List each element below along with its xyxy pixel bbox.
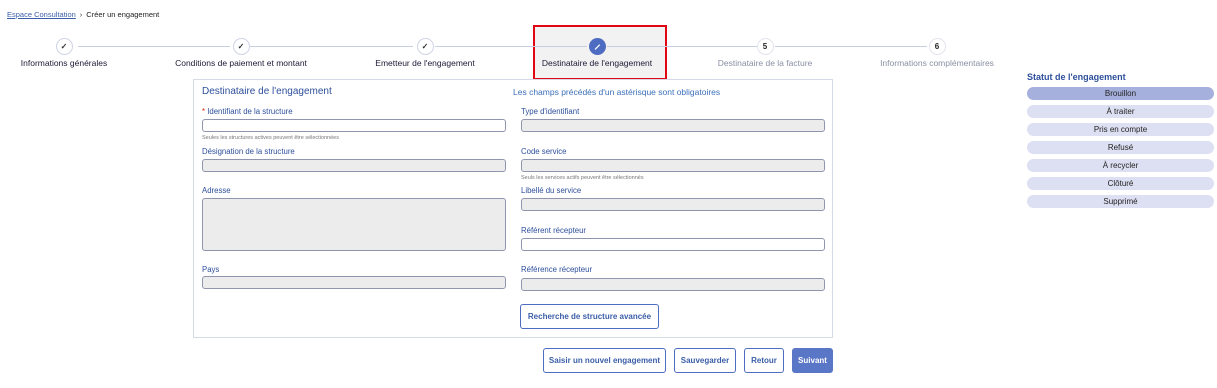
- identifiant-label-text: Identifiant de la structure: [207, 107, 293, 116]
- advanced-structure-search-button[interactable]: Recherche de structure avancée: [520, 304, 659, 329]
- libelle-service-field: [521, 198, 825, 211]
- adresse-label: Adresse: [202, 186, 231, 195]
- step-destinataire-facture[interactable]: 5 Destinataire de la facture: [675, 36, 855, 68]
- designation-structure-field: [202, 159, 506, 172]
- reference-recepteur-label: Référence récepteur: [521, 265, 593, 274]
- reference-recepteur-field: [521, 278, 825, 291]
- pencil-icon: [588, 38, 606, 55]
- form-title: Destinataire de l'engagement: [202, 86, 332, 97]
- step-label: Informations générales: [20, 58, 108, 68]
- step-number: 6: [928, 38, 946, 55]
- code-service-label: Code service: [521, 147, 567, 156]
- status-item-refuse: Refusé: [1027, 141, 1214, 154]
- step-label: Destinataire de l'engagement: [541, 58, 653, 68]
- stepper: ✓ Informations générales ✓ Conditions de…: [0, 36, 1010, 76]
- step-label: Informations complémentaires: [880, 58, 994, 68]
- step-informations-generales[interactable]: ✓ Informations générales: [0, 36, 154, 68]
- referent-recepteur-label: Référent récepteur: [521, 226, 587, 235]
- status-item-supprime: Supprimé: [1027, 195, 1214, 208]
- step-informations-complementaires[interactable]: 6 Informations complémentaires: [847, 36, 1027, 68]
- step-label: Emetteur de l'engagement: [375, 58, 475, 68]
- code-service-field: [521, 159, 825, 172]
- status-title: Statut de l'engagement: [1027, 72, 1126, 82]
- check-icon: ✓: [55, 38, 73, 55]
- step-number: 5: [756, 38, 774, 55]
- status-item-cloture: Clôturé: [1027, 177, 1214, 190]
- identifiant-structure-input[interactable]: [202, 119, 506, 132]
- save-button[interactable]: Sauvegarder: [674, 348, 736, 373]
- required-fields-note: Les champs précédés d'un astérisque sont…: [513, 87, 721, 97]
- libelle-service-label: Libellé du service: [521, 186, 582, 195]
- step-label: Destinataire de la facture: [717, 58, 813, 68]
- identifiant-hint: Seules les structures actives peuvent êt…: [202, 135, 339, 141]
- check-icon: ✓: [232, 38, 250, 55]
- pencil-icon-glyph: [594, 44, 600, 50]
- breadcrumb-separator: ›: [79, 10, 83, 19]
- back-button[interactable]: Retour: [744, 348, 784, 373]
- next-button[interactable]: Suivant: [792, 348, 833, 373]
- identifiant-label: * Identifiant de la structure: [202, 107, 293, 116]
- breadcrumb: Espace Consultation › Créer un engagemen…: [7, 10, 159, 19]
- step-label: Conditions de paiement et montant: [175, 58, 307, 68]
- type-identifiant-label: Type d'identifiant: [521, 107, 580, 116]
- step-destinataire-engagement[interactable]: Destinataire de l'engagement: [507, 36, 687, 68]
- step-emetteur[interactable]: ✓ Emetteur de l'engagement: [335, 36, 515, 68]
- code-service-hint: Seuls les services actifs peuvent être s…: [521, 175, 644, 181]
- pays-field: [202, 276, 506, 289]
- required-asterisk: *: [202, 107, 206, 116]
- step-conditions-paiement[interactable]: ✓ Conditions de paiement et montant: [151, 36, 331, 68]
- form-panel: Destinataire de l'engagement Les champs …: [193, 79, 833, 338]
- adresse-field: [202, 198, 506, 251]
- status-item-brouillon: Brouillon: [1027, 87, 1214, 100]
- status-item-a-traiter: À traiter: [1027, 105, 1214, 118]
- pays-label: Pays: [202, 265, 220, 274]
- breadcrumb-current: Créer un engagement: [86, 10, 160, 19]
- referent-recepteur-input[interactable]: [521, 238, 825, 251]
- status-item-pris-en-compte: Pris en compte: [1027, 123, 1214, 136]
- type-identifiant-field: [521, 119, 825, 132]
- check-icon: ✓: [416, 38, 434, 55]
- breadcrumb-link-espace-consultation[interactable]: Espace Consultation: [7, 10, 76, 19]
- designation-label: Désignation de la structure: [202, 147, 295, 156]
- status-item-a-recycler: À recycler: [1027, 159, 1214, 172]
- new-engagement-button[interactable]: Saisir un nouvel engagement: [543, 348, 666, 373]
